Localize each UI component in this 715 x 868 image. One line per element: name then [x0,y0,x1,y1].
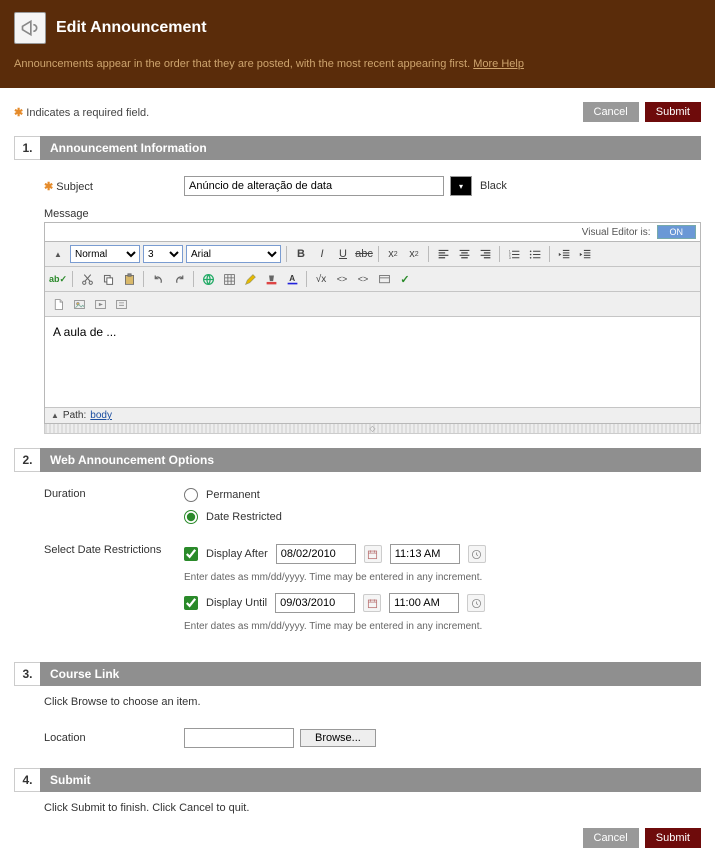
editor-resize-handle[interactable]: ◇ [44,424,701,434]
superscript-icon[interactable]: x2 [405,245,423,263]
submit-button-bottom[interactable]: Submit [645,828,701,848]
subject-label: ✱ Subject [44,180,184,193]
section-title: Submit [40,768,701,792]
announcement-icon [14,12,46,44]
location-label: Location [44,732,184,744]
underline-icon[interactable]: U [334,245,352,263]
date-helper-text: Enter dates as mm/dd/yyyy. Time may be e… [184,572,486,583]
attach-image-icon[interactable] [70,295,88,313]
display-until-time-input[interactable] [389,593,459,613]
section-title: Web Announcement Options [40,448,701,472]
display-after-time-input[interactable] [390,544,460,564]
bold-icon[interactable]: B [292,245,310,263]
page-header: Edit Announcement Announcements appear i… [0,0,715,88]
visual-editor-status-bar: Visual Editor is: ON [44,222,701,241]
equation-icon[interactable]: √x [312,270,330,288]
font-size-select[interactable]: 3 [143,245,183,263]
calendar-icon[interactable] [364,545,382,563]
section-number: 4. [14,768,40,792]
display-until-label: Display Until [206,597,267,609]
section-submit: 4. Submit Click Submit to finish. Click … [14,768,701,848]
attach-media-icon[interactable] [91,295,109,313]
section-announcement-info: 1. Announcement Information ✱ Subject Bl… [14,136,701,434]
highlight-icon[interactable] [262,270,280,288]
expand-toolbar-icon[interactable]: ▲ [49,245,67,263]
display-after-label: Display After [206,548,268,560]
course-link-instruction: Click Browse to choose an item. [44,696,701,708]
date-restricted-radio[interactable] [184,510,198,524]
rich-text-editor: ▲ Normal 3 Arial B I U abc x2 x2 [44,241,701,424]
page-subtext: Announcements appear in the order that t… [14,58,701,70]
subscript-icon[interactable]: x2 [384,245,402,263]
validate-icon[interactable]: ✓ [396,270,414,288]
editor-path-body-link[interactable]: body [90,410,112,421]
more-help-link[interactable]: More Help [473,58,524,70]
editor-textarea[interactable]: A aula de ... [45,317,700,407]
cancel-button-bottom[interactable]: Cancel [583,828,639,848]
svg-text:A: A [289,274,295,283]
font-family-select[interactable]: Arial [186,245,281,263]
code-icon[interactable]: <> [354,270,372,288]
align-right-icon[interactable] [476,245,494,263]
redo-icon[interactable] [170,270,188,288]
cancel-button-top[interactable]: Cancel [583,102,639,122]
font-color-icon[interactable]: A [283,270,301,288]
date-helper-text: Enter dates as mm/dd/yyyy. Time may be e… [184,621,486,632]
style-select[interactable]: Normal [70,245,140,263]
italic-icon[interactable]: I [313,245,331,263]
color-picker[interactable] [450,176,472,196]
copy-icon[interactable] [99,270,117,288]
display-after-checkbox[interactable] [184,547,198,561]
preview-icon[interactable] [375,270,393,288]
page-title: Edit Announcement [56,19,207,37]
undo-icon[interactable] [149,270,167,288]
permanent-radio[interactable] [184,488,198,502]
subject-input[interactable] [184,176,444,196]
permanent-label: Permanent [206,489,260,501]
section-title: Course Link [40,662,701,686]
submit-instruction: Click Submit to finish. Click Cancel to … [44,802,701,814]
section-title: Announcement Information [40,136,701,160]
pencil-icon[interactable] [241,270,259,288]
hyperlink-icon[interactable] [199,270,217,288]
align-left-icon[interactable] [434,245,452,263]
table-icon[interactable] [220,270,238,288]
visual-editor-toggle[interactable]: ON [657,225,697,239]
html-icon[interactable]: <> [333,270,351,288]
duration-label: Duration [44,488,184,500]
clock-icon[interactable] [468,545,486,563]
location-input[interactable] [184,728,294,748]
editor-path-bar: ▲ Path: body [45,407,700,423]
svg-text:3: 3 [508,255,510,259]
section-number: 2. [14,448,40,472]
section-number: 1. [14,136,40,160]
section-number: 3. [14,662,40,686]
paste-icon[interactable] [120,270,138,288]
message-label: Message [44,208,701,220]
display-until-date-input[interactable] [275,593,355,613]
align-center-icon[interactable] [455,245,473,263]
section-web-options: 2. Web Announcement Options Duration Per… [14,448,701,648]
clock-icon[interactable] [467,594,485,612]
display-until-checkbox[interactable] [184,596,198,610]
strikethrough-icon[interactable]: abc [355,245,373,263]
ordered-list-icon[interactable]: 123 [505,245,523,263]
cut-icon[interactable] [78,270,96,288]
unordered-list-icon[interactable] [526,245,544,263]
color-name-label: Black [480,180,507,192]
calendar-icon[interactable] [363,594,381,612]
select-dates-label: Select Date Restrictions [44,544,184,556]
section-course-link: 3. Course Link Click Browse to choose an… [14,662,701,754]
date-restricted-label: Date Restricted [206,511,282,523]
indent-icon[interactable] [576,245,594,263]
required-indicator-text: ✱ Indicates a required field. [14,106,149,119]
browse-button[interactable]: Browse... [300,729,376,747]
attach-file-icon[interactable] [49,295,67,313]
display-after-date-input[interactable] [276,544,356,564]
attach-mashup-icon[interactable] [112,295,130,313]
outdent-icon[interactable] [555,245,573,263]
spellcheck-icon[interactable]: ab✓ [49,270,67,288]
submit-button-top[interactable]: Submit [645,102,701,122]
